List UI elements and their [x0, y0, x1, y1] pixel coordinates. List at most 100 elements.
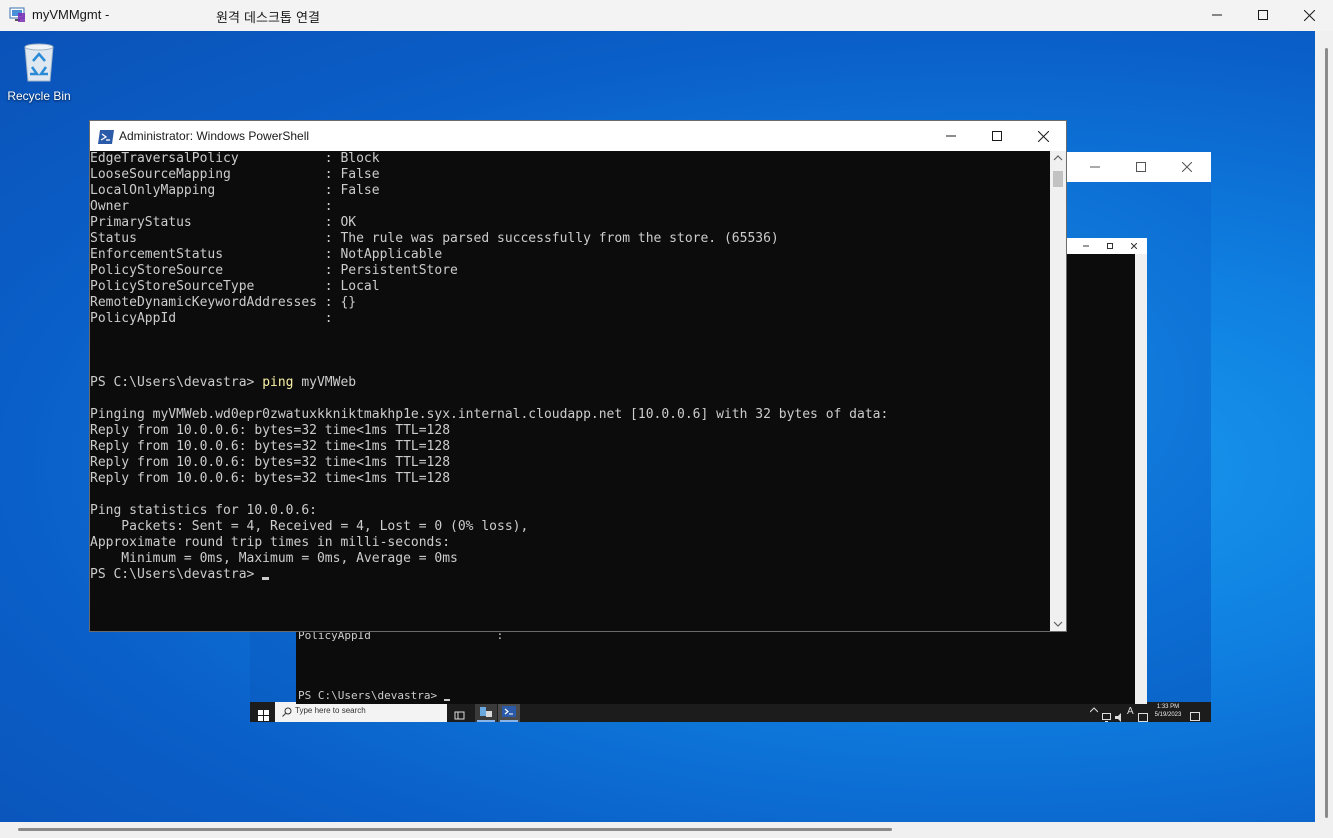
vm-minimize-button[interactable]	[1072, 152, 1118, 182]
powershell-window: Administrator: Windows PowerShell EdgeTr…	[89, 120, 1067, 632]
powershell-minimize-button[interactable]	[928, 121, 974, 151]
console-line: Packets: Sent = 4, Received = 4, Lost = …	[90, 519, 529, 534]
rdc-vertical-scroll-thumb[interactable]	[1325, 48, 1328, 818]
volume-icon	[1115, 713, 1121, 722]
volume-tray-button[interactable]	[1115, 707, 1125, 726]
console-line: LocalOnlyMapping : False	[90, 183, 380, 198]
console-line: Reply from 10.0.0.6: bytes=32 time<1ms T…	[90, 423, 451, 438]
close-icon	[1131, 243, 1137, 249]
task-view-button[interactable]	[454, 706, 465, 725]
network-tray-button[interactable]	[1102, 707, 1112, 726]
search-icon	[282, 707, 292, 717]
recycle-bin-icon	[24, 43, 54, 82]
maximize-icon	[992, 131, 1002, 141]
chevron-up-icon	[1089, 707, 1099, 713]
powershell-console[interactable]: EdgeTraversalPolicy : Block LooseSourceMa…	[90, 151, 1050, 631]
console-line: Approximate round trip times in milli-se…	[90, 535, 451, 550]
console-line: PolicyAppId :	[90, 311, 333, 326]
console-line: Pinging myVMWeb.wd0epr0zwatuxkkniktmakhp…	[90, 407, 889, 422]
remote-desktop-icon	[9, 7, 26, 23]
rdc-titlebar: myVMMgmt - 원격 데스크톱 연결	[0, 0, 1333, 31]
taskbar-date: 5/19/2023	[1154, 712, 1182, 718]
inner-prompt-text: PS C:\Users\devastra>	[298, 689, 444, 702]
minimize-icon	[1083, 245, 1089, 247]
task-view-icon	[454, 711, 465, 720]
vm-close-button[interactable]	[1164, 152, 1210, 182]
powershell-scrollbar[interactable]	[1050, 151, 1066, 631]
inner-console-prompt: PS C:\Users\devastra>	[298, 689, 450, 702]
windows-logo-icon	[258, 710, 269, 721]
inner-cursor	[443, 699, 450, 701]
rdc-close-button[interactable]	[1286, 0, 1332, 30]
rdc-horizontal-scroll-thumb[interactable]	[18, 828, 892, 831]
start-button[interactable]	[258, 706, 269, 725]
console-line: Reply from 10.0.0.6: bytes=32 time<1ms T…	[90, 471, 451, 486]
minimize-icon	[1090, 166, 1100, 168]
rdc-maximize-button[interactable]	[1240, 0, 1286, 30]
recycle-bin-label: Recycle Bin	[7, 89, 71, 103]
recycle-bin[interactable]: Recycle Bin	[6, 39, 72, 103]
powershell-close-button[interactable]	[1020, 121, 1066, 151]
powershell-icon	[502, 706, 516, 717]
server-manager-icon	[480, 707, 492, 717]
rdc-vertical-scrollbar[interactable]	[1315, 31, 1333, 822]
show-hidden-icons-button[interactable]	[1089, 706, 1099, 716]
powershell-titlebar: Administrator: Windows PowerShell	[90, 121, 1066, 151]
rdc-window-subtitle: 원격 데스크톱 연결	[216, 11, 320, 26]
notification-center-button[interactable]	[1190, 707, 1200, 726]
keyboard-icon	[1138, 713, 1148, 722]
powershell-maximize-button[interactable]	[974, 121, 1020, 151]
console-line: Reply from 10.0.0.6: bytes=32 time<1ms T…	[90, 439, 451, 454]
close-icon	[1303, 9, 1315, 21]
close-icon	[1182, 162, 1192, 172]
maximize-icon	[1107, 243, 1113, 249]
console-line: EnforcementStatus : NotApplicable	[90, 247, 443, 262]
inner-maximize-button[interactable]	[1098, 231, 1122, 261]
command-name: ping	[262, 375, 294, 390]
taskbar-powershell[interactable]	[498, 702, 520, 722]
console-line: Ping statistics for 10.0.0.6:	[90, 503, 317, 518]
prompt-text: PS C:\Users\devastra>	[90, 567, 263, 582]
vm-maximize-button[interactable]	[1118, 152, 1164, 182]
prompt-text: PS C:\Users\devastra>	[90, 375, 263, 390]
inner-console-scrollbar[interactable]	[1135, 254, 1147, 704]
minimize-icon	[946, 135, 956, 137]
command-argument: myVMWeb	[293, 375, 357, 390]
console-line: PolicyStoreSource : PersistentStore	[90, 263, 458, 278]
console-line: PolicyStoreSourceType : Local	[90, 279, 380, 294]
console-line: Owner :	[90, 199, 333, 214]
console-line: RemoteDynamicKeywordAddresses : {}	[90, 295, 357, 310]
rdc-window-title: myVMMgmt -	[32, 7, 110, 22]
powershell-icon	[98, 129, 114, 144]
inner-minimize-button[interactable]	[1074, 231, 1098, 261]
ime-indicator[interactable]: A	[1127, 706, 1134, 717]
console-line: EdgeTraversalPolicy : Block	[90, 151, 380, 166]
taskbar-server-manager[interactable]	[475, 702, 497, 722]
scroll-up-icon	[1053, 155, 1063, 161]
console-output: EdgeTraversalPolicy : Block LooseSourceMa…	[90, 151, 1050, 583]
minimize-icon	[1212, 14, 1222, 16]
text-cursor	[262, 577, 270, 580]
maximize-icon	[1136, 162, 1146, 172]
console-line: PrimaryStatus : OK	[90, 215, 357, 230]
console-line: LooseSourceMapping : False	[90, 167, 380, 182]
current-prompt-line[interactable]: PS C:\Users\devastra>	[90, 567, 1050, 583]
scroll-down-icon	[1053, 621, 1063, 627]
rdc-minimize-button[interactable]	[1194, 0, 1240, 30]
maximize-icon	[1258, 10, 1268, 20]
taskbar-clock[interactable]: 1:33 PM 5/19/2023	[1150, 703, 1186, 719]
network-icon	[1102, 713, 1111, 722]
powershell-scroll-thumb[interactable]	[1053, 171, 1063, 187]
powershell-window-title: Administrator: Windows PowerShell	[119, 129, 310, 143]
language-tray-button[interactable]	[1138, 707, 1148, 726]
console-line: Status : The rule was parsed successfull…	[90, 231, 779, 246]
taskbar-time: 1:33 PM	[1156, 704, 1180, 710]
command-line: PS C:\Users\devastra> ping myVMWeb	[90, 375, 1050, 391]
taskbar-search-box[interactable]: Type here to search	[275, 702, 447, 722]
notification-icon	[1190, 712, 1200, 721]
